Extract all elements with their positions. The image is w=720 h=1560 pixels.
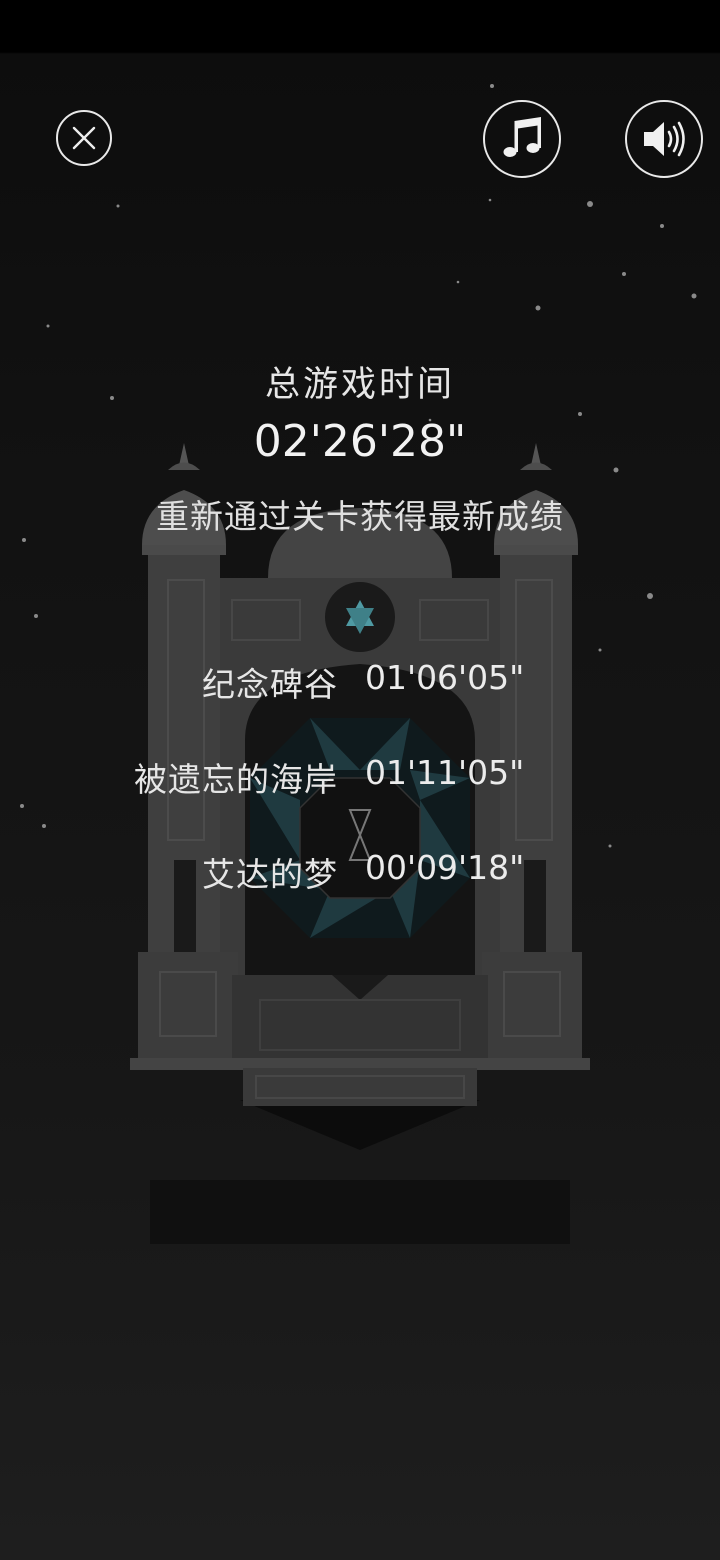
close-button[interactable] xyxy=(56,110,112,166)
total-play-time-label: 总游戏时间 xyxy=(264,365,455,405)
chapter-row: 被遗忘的海岸 01'11'05" xyxy=(0,753,720,803)
speaker-icon xyxy=(644,121,685,157)
close-icon xyxy=(72,126,96,150)
sound-toggle-button[interactable] xyxy=(625,100,703,178)
chapter-name: 纪念碑谷 xyxy=(202,665,338,704)
replay-hint-text: 重新通过关卡获得最新成绩 xyxy=(156,497,564,536)
chapter-time: 01'11'05" xyxy=(365,753,525,792)
chapter-time: 00'09'18" xyxy=(365,848,525,887)
chapter-time: 01'06'05" xyxy=(365,658,525,697)
music-note-icon xyxy=(503,117,541,157)
music-toggle-button[interactable] xyxy=(483,100,561,178)
total-play-time-value: 02'26'28" xyxy=(253,416,467,467)
chapter-row: 纪念碑谷 01'06'05" xyxy=(0,658,720,708)
chapter-name: 被遗忘的海岸 xyxy=(134,760,338,799)
chapter-row: 艾达的梦 00'09'18" xyxy=(0,848,720,898)
game-stats-screen: 总游戏时间 02'26'28" 重新通过关卡获得最新成绩 纪念碑谷 01'06'… xyxy=(0,0,720,1560)
chapter-name: 艾达的梦 xyxy=(202,855,338,894)
